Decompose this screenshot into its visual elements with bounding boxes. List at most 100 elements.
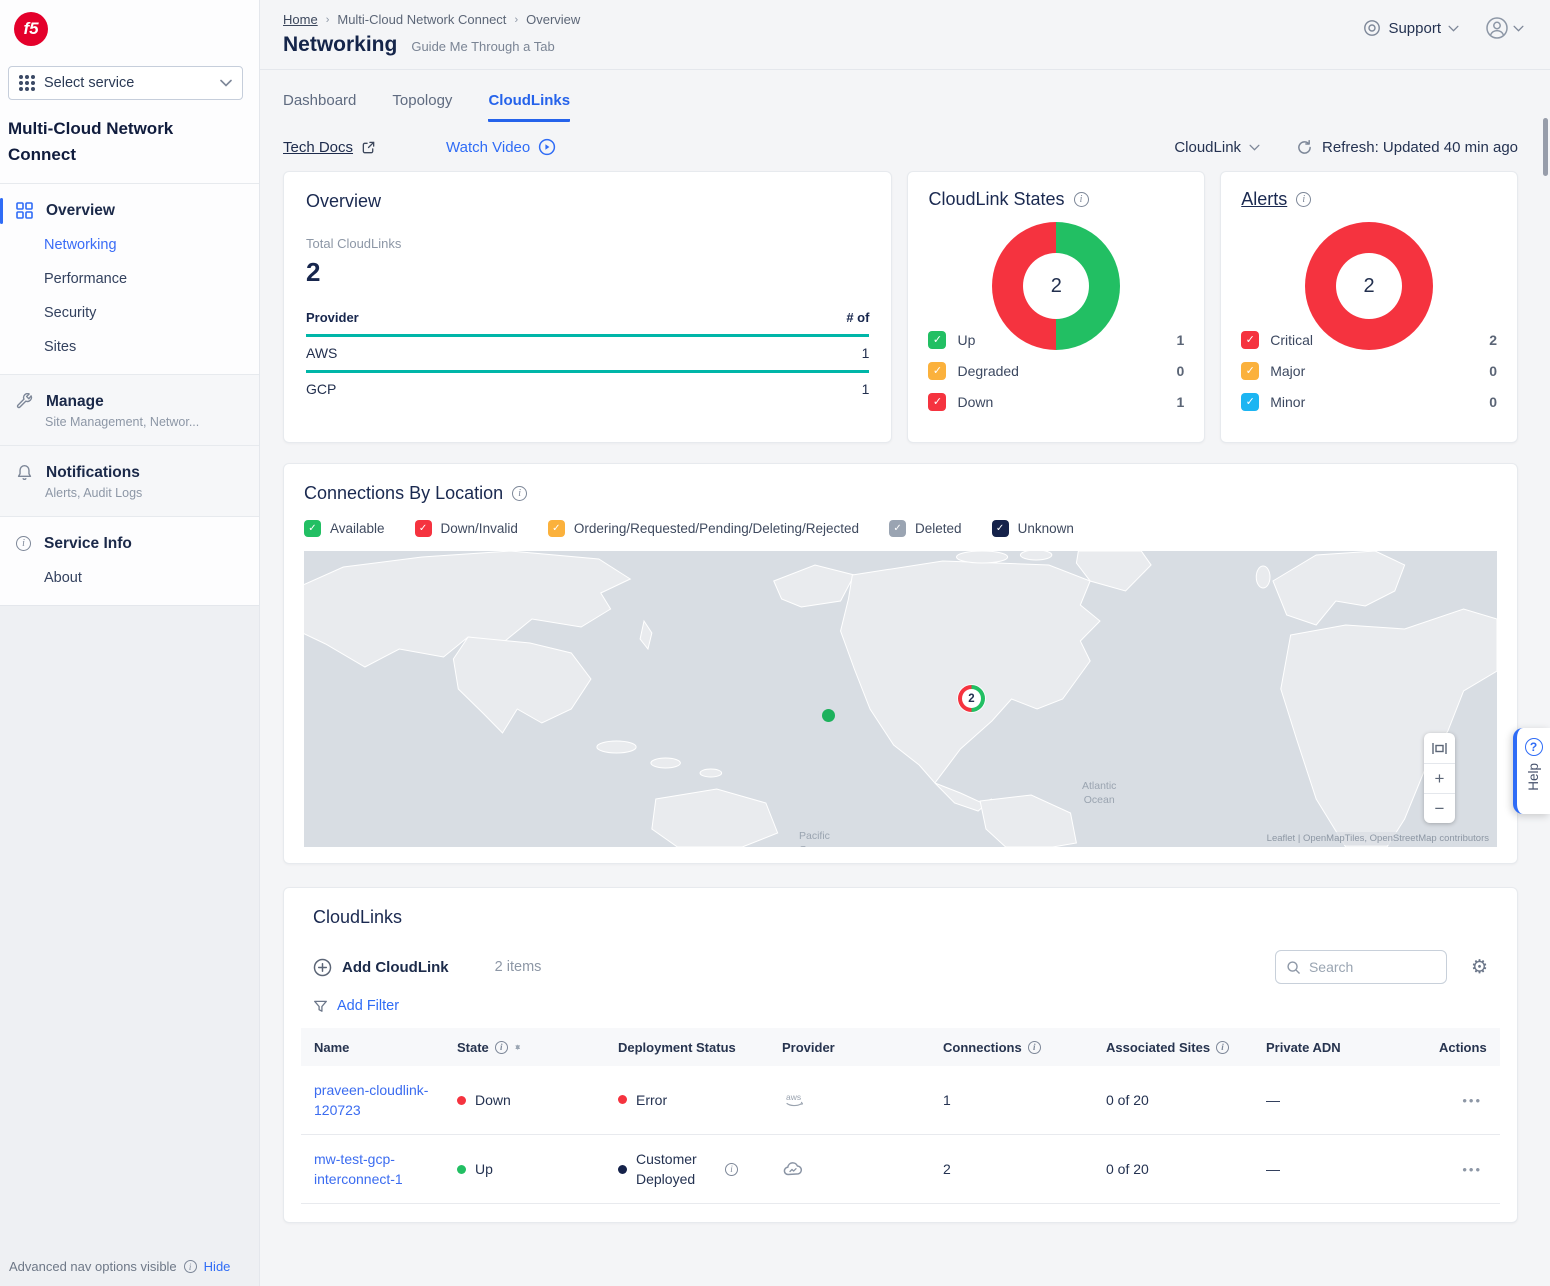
tab-dashboard[interactable]: Dashboard [283, 92, 356, 122]
breadcrumb-mcn[interactable]: Multi-Cloud Network Connect [337, 12, 506, 27]
life-ring-icon [1363, 19, 1381, 37]
sidebar-item-service-info[interactable]: i Service Info [0, 527, 259, 561]
col-header-private-adn[interactable]: Private ADN [1253, 1040, 1426, 1055]
f5-logo: f5 [14, 12, 48, 46]
alerts-donut-center-value: 2 [1364, 275, 1375, 298]
checkbox-critical[interactable]: ✓ [1241, 331, 1259, 349]
vertical-scrollbar[interactable] [1543, 118, 1548, 176]
connections-value: 2 [943, 1161, 951, 1177]
guide-me-link[interactable]: Guide Me Through a Tab [411, 39, 554, 54]
legend-value: 1 [1176, 332, 1184, 348]
map-fit-bounds-button[interactable] [1424, 733, 1455, 763]
state-dot [457, 1165, 466, 1174]
search-input[interactable] [1309, 959, 1419, 975]
checkbox-up[interactable]: ✓ [928, 331, 946, 349]
service-selector[interactable]: Select service [8, 66, 243, 100]
col-header-state[interactable]: State i ▲▼ [444, 1040, 605, 1055]
provider-table: Provider # of AWS 1 GCP 1 [306, 310, 869, 406]
search-box[interactable] [1275, 950, 1447, 984]
info-icon[interactable]: i [184, 1260, 197, 1273]
tab-cloudlinks[interactable]: CloudLinks [488, 92, 570, 122]
add-cloudlink-button[interactable]: Add CloudLink [313, 958, 449, 977]
breadcrumb-home[interactable]: Home [283, 12, 318, 27]
sort-icon[interactable]: ▲▼ [514, 1047, 522, 1048]
play-circle-icon [538, 138, 556, 156]
info-icon[interactable]: i [725, 1163, 738, 1176]
col-header-provider[interactable]: Provider [769, 1040, 930, 1055]
col-header-connections[interactable]: Connections i [930, 1040, 1093, 1055]
cloudlink-name-link[interactable]: praveen-cloudlink-120723 [314, 1080, 434, 1121]
states-card-title: CloudLink States [928, 189, 1064, 210]
world-map[interactable]: Pacific Ocean Atlantic Ocean 2 + − Leafl… [304, 551, 1497, 847]
provider-count: 1 [862, 345, 870, 361]
row-actions-menu[interactable]: ••• [1462, 1162, 1482, 1177]
watch-video-link[interactable]: Watch Video [446, 138, 556, 156]
map-attribution[interactable]: Leaflet | OpenMapTiles, OpenStreetMap co… [1263, 832, 1493, 845]
refresh-button[interactable]: Refresh: Updated 40 min ago [1296, 139, 1518, 156]
states-legend: ✓ Up 1 ✓ Degraded 0 ✓ Down 1 [928, 324, 1184, 417]
legend-value: 0 [1489, 363, 1497, 379]
legend-label: Down [957, 394, 1165, 410]
support-menu[interactable]: Support [1363, 19, 1459, 37]
legend-label: Degraded [957, 363, 1165, 379]
checkbox-major[interactable]: ✓ [1241, 362, 1259, 380]
checkbox-deleted[interactable]: ✓ [889, 520, 906, 537]
info-icon[interactable]: i [1028, 1041, 1041, 1054]
sidebar-item-overview[interactable]: Overview [0, 194, 259, 228]
refresh-status-text: Refresh: Updated 40 min ago [1322, 139, 1518, 156]
checkbox-available[interactable]: ✓ [304, 520, 321, 537]
sidebar-item-security[interactable]: Security [0, 296, 259, 330]
legend-value: 0 [1489, 394, 1497, 410]
cloudlink-name-link[interactable]: mw-test-gcp-interconnect-1 [314, 1149, 434, 1190]
sidebar-item-sites[interactable]: Sites [0, 330, 259, 364]
checkbox-down[interactable]: ✓ [928, 393, 946, 411]
world-map-svg [304, 551, 1497, 847]
col-header-associated-sites[interactable]: Associated Sites i [1093, 1040, 1253, 1055]
sidebar-item-notifications[interactable]: Notifications [0, 456, 259, 490]
legend-row-major: ✓ Major 0 [1241, 355, 1497, 386]
tab-topology[interactable]: Topology [392, 92, 452, 122]
breadcrumb-overview[interactable]: Overview [526, 12, 580, 27]
state-label: Down [475, 1092, 511, 1108]
hide-nav-link[interactable]: Hide [204, 1259, 231, 1274]
tech-docs-link[interactable]: Tech Docs [283, 139, 376, 156]
table-row: mw-test-gcp-interconnect-1 Up Customer D… [301, 1135, 1500, 1204]
state-label: Up [475, 1161, 493, 1177]
map-zoom-out-button[interactable]: − [1424, 793, 1455, 823]
col-header-name[interactable]: Name [301, 1040, 444, 1055]
advanced-nav-text: Advanced nav options visible [9, 1259, 177, 1274]
overview-card: Overview Total CloudLinks 2 Provider # o… [283, 171, 892, 443]
sidebar-item-about[interactable]: About [0, 561, 259, 595]
info-icon[interactable]: i [512, 486, 527, 501]
checkbox-down-invalid[interactable]: ✓ [415, 520, 432, 537]
sidebar-item-performance[interactable]: Performance [0, 262, 259, 296]
user-menu[interactable] [1485, 16, 1524, 40]
row-actions-menu[interactable]: ••• [1462, 1093, 1482, 1108]
info-icon[interactable]: i [1216, 1041, 1229, 1054]
checkbox-minor[interactable]: ✓ [1241, 393, 1259, 411]
alerts-card-title[interactable]: Alerts [1241, 189, 1287, 210]
info-icon[interactable]: i [1074, 192, 1089, 207]
checkbox-ordering[interactable]: ✓ [548, 520, 565, 537]
associated-sites-value: 0 of 20 [1106, 1161, 1149, 1177]
sidebar-item-manage[interactable]: Manage [0, 385, 259, 419]
map-zoom-in-button[interactable]: + [1424, 763, 1455, 793]
add-filter-button[interactable]: Add Filter [313, 998, 1500, 1014]
info-icon[interactable]: i [495, 1041, 508, 1054]
gear-icon[interactable]: ⚙ [1471, 956, 1488, 979]
scope-selector-dropdown[interactable]: CloudLink [1174, 139, 1260, 156]
info-icon[interactable]: i [1296, 192, 1311, 207]
col-header-deployment-status[interactable]: Deployment Status [605, 1040, 769, 1055]
states-donut-center-value: 2 [1051, 275, 1062, 298]
count-col-header: # of [846, 310, 869, 325]
help-tab[interactable]: ? Help [1513, 728, 1550, 814]
map-dot-marker[interactable] [822, 709, 835, 722]
provider-row-gcp: GCP 1 [306, 370, 869, 406]
checkbox-unknown[interactable]: ✓ [992, 520, 1009, 537]
map-cluster-marker[interactable]: 2 [958, 685, 985, 712]
sidebar-item-networking[interactable]: Networking [0, 228, 259, 262]
checkbox-degraded[interactable]: ✓ [928, 362, 946, 380]
support-label: Support [1388, 20, 1441, 37]
watch-video-label: Watch Video [446, 139, 530, 156]
provider-col-header: Provider [306, 310, 359, 325]
